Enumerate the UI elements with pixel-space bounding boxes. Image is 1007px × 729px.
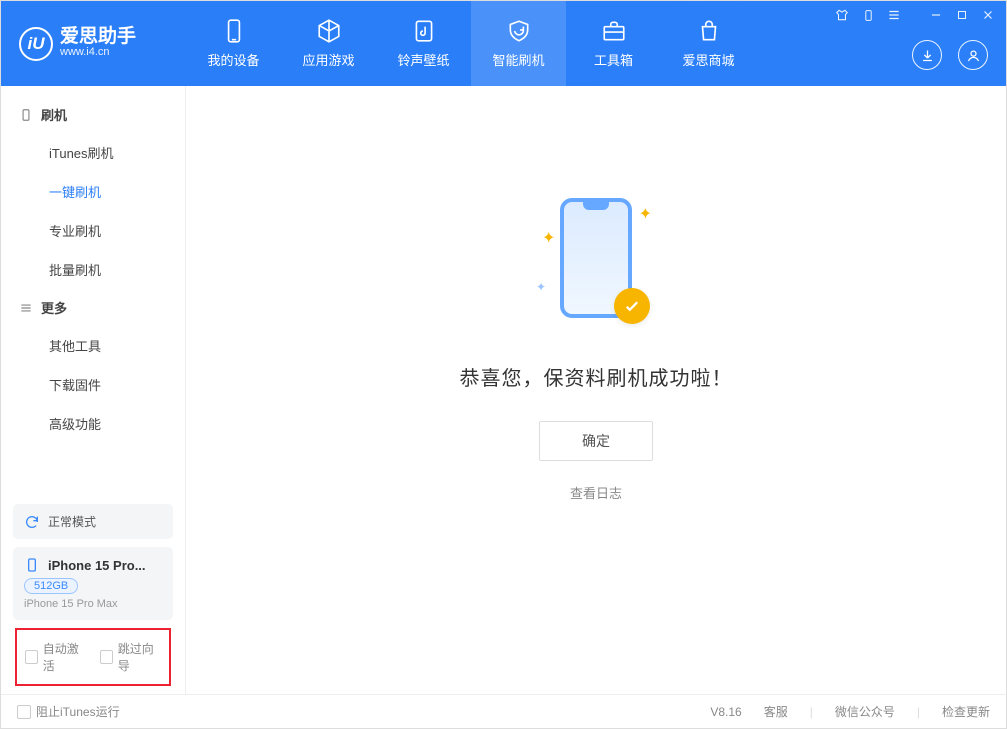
- main-content: ✦ ✦ ✦ 恭喜您，保资料刷机成功啦！ 确定 查看日志: [186, 86, 1006, 694]
- sidebar-item-itunes-flash[interactable]: iTunes刷机: [1, 133, 185, 172]
- device-model: iPhone 15 Pro Max: [24, 598, 162, 610]
- tab-label: 工具箱: [594, 50, 633, 69]
- star-icon: ✦: [639, 204, 652, 224]
- skip-wizard-checkbox[interactable]: 跳过向导: [100, 640, 161, 674]
- sidebar-item-oneclick-flash[interactable]: 一键刷机: [1, 172, 185, 211]
- section-title: 刷机: [41, 105, 67, 124]
- main-tabs: 我的设备 应用游戏 铃声壁纸 智能刷机 工具箱 爱思商城: [186, 1, 756, 86]
- sidebar-sections: 刷机 iTunes刷机 一键刷机 专业刷机 批量刷机 更多 其他工具 下载固件 …: [1, 86, 185, 496]
- tab-label: 应用游戏: [302, 50, 354, 69]
- menu-button[interactable]: [886, 7, 902, 23]
- tab-label: 铃声壁纸: [397, 50, 449, 69]
- account-button[interactable]: [958, 40, 988, 70]
- success-illustration: ✦ ✦ ✦: [536, 198, 656, 338]
- device-icon: [221, 18, 247, 44]
- footer-support-link[interactable]: 客服: [764, 703, 788, 720]
- mode-label: 正常模式: [48, 513, 96, 530]
- checkbox-icon: [17, 705, 31, 719]
- tab-my-device[interactable]: 我的设备: [186, 1, 281, 86]
- app-url: www.i4.cn: [60, 46, 136, 59]
- tab-ringtones-wallpapers[interactable]: 铃声壁纸: [376, 1, 471, 86]
- refresh-icon: [24, 514, 40, 530]
- star-icon: ✦: [542, 228, 555, 248]
- minimize-button[interactable]: [928, 7, 944, 23]
- sidebar-item-pro-flash[interactable]: 专业刷机: [1, 211, 185, 250]
- tab-label: 爱思商城: [682, 50, 734, 69]
- divider: |: [917, 705, 920, 719]
- checkbox-label: 阻止iTunes运行: [36, 703, 120, 720]
- options-highlight: 自动激活 跳过向导: [15, 628, 171, 686]
- bag-icon: [696, 18, 722, 44]
- more-section-icon: [19, 301, 33, 315]
- cube-icon: [316, 18, 342, 44]
- maximize-icon: [956, 9, 968, 21]
- footer-right: V8.16 客服 | 微信公众号 | 检查更新: [710, 703, 990, 720]
- download-icon: [920, 48, 935, 63]
- tab-label: 我的设备: [207, 50, 259, 69]
- checkbox-icon: [25, 650, 38, 664]
- sidebar-item-other-tools[interactable]: 其他工具: [1, 326, 185, 365]
- confirm-button[interactable]: 确定: [539, 421, 653, 461]
- check-icon: [623, 297, 641, 315]
- phone-button[interactable]: [860, 7, 876, 23]
- divider: [912, 7, 918, 23]
- footer-check-update-link[interactable]: 检查更新: [942, 703, 990, 720]
- phone-icon: [862, 9, 875, 22]
- sidebar-item-download-firmware[interactable]: 下载固件: [1, 365, 185, 404]
- divider: |: [810, 705, 813, 719]
- tab-apps-games[interactable]: 应用游戏: [281, 1, 376, 86]
- user-icon: [966, 48, 981, 63]
- footer-wechat-link[interactable]: 微信公众号: [835, 703, 895, 720]
- sidebar-bottom: 正常模式 iPhone 15 Pro... 512GB iPhone 15 Pr…: [1, 496, 185, 694]
- section-header-more[interactable]: 更多: [1, 289, 185, 326]
- sidebar: 刷机 iTunes刷机 一键刷机 专业刷机 批量刷机 更多 其他工具 下载固件 …: [1, 86, 186, 694]
- tab-store[interactable]: 爱思商城: [661, 1, 756, 86]
- briefcase-icon: [601, 18, 627, 44]
- shirt-icon: [835, 8, 849, 22]
- checkbox-label: 自动激活: [43, 640, 86, 674]
- window-controls: [834, 7, 996, 23]
- sidebar-item-advanced[interactable]: 高级功能: [1, 404, 185, 443]
- close-button[interactable]: [980, 7, 996, 23]
- menu-icon: [887, 8, 901, 22]
- device-name: iPhone 15 Pro...: [48, 558, 146, 573]
- app-header: iU 爱思助手 www.i4.cn 我的设备 应用游戏 铃声壁纸 智能刷机 工具…: [1, 1, 1006, 86]
- section-header-flash[interactable]: 刷机: [1, 96, 185, 133]
- logo-icon: iU: [19, 27, 53, 61]
- phone-section-icon: [19, 108, 33, 122]
- maximize-button[interactable]: [954, 7, 970, 23]
- close-icon: [981, 8, 995, 22]
- tab-toolbox[interactable]: 工具箱: [566, 1, 661, 86]
- success-message: 恭喜您，保资料刷机成功啦！: [460, 362, 733, 391]
- checkbox-icon: [100, 650, 113, 664]
- music-icon: [411, 18, 437, 44]
- version-label: V8.16: [710, 705, 741, 719]
- star-icon: ✦: [536, 280, 546, 294]
- auto-activate-checkbox[interactable]: 自动激活: [25, 640, 86, 674]
- section-title: 更多: [41, 298, 67, 317]
- footer: 阻止iTunes运行 V8.16 客服 | 微信公众号 | 检查更新: [1, 694, 1006, 728]
- minimize-icon: [929, 8, 943, 22]
- device-card[interactable]: iPhone 15 Pro... 512GB iPhone 15 Pro Max: [13, 547, 173, 620]
- device-mode-status[interactable]: 正常模式: [13, 504, 173, 539]
- tab-smart-flash[interactable]: 智能刷机: [471, 1, 566, 86]
- tab-label: 智能刷机: [492, 50, 544, 69]
- view-log-link[interactable]: 查看日志: [570, 483, 622, 502]
- body: 刷机 iTunes刷机 一键刷机 专业刷机 批量刷机 更多 其他工具 下载固件 …: [1, 86, 1006, 694]
- capacity-badge: 512GB: [24, 578, 78, 594]
- checkbox-label: 跳过向导: [118, 640, 161, 674]
- header-actions: [912, 40, 988, 70]
- sidebar-item-batch-flash[interactable]: 批量刷机: [1, 250, 185, 289]
- app-name: 爱思助手: [60, 27, 136, 46]
- logo-area: iU 爱思助手 www.i4.cn: [1, 27, 186, 61]
- skin-button[interactable]: [834, 7, 850, 23]
- refresh-shield-icon: [506, 18, 532, 44]
- download-button[interactable]: [912, 40, 942, 70]
- block-itunes-checkbox[interactable]: 阻止iTunes运行: [17, 703, 120, 720]
- device-phone-icon: [24, 557, 40, 573]
- success-check-badge: [614, 288, 650, 324]
